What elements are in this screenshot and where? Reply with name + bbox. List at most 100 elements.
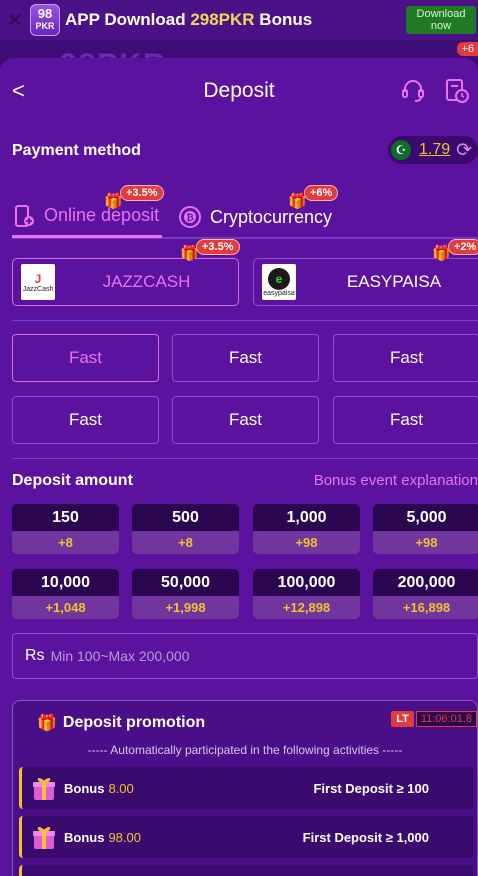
app-download-bar: ✕ 98 PKR APP Download 298PKR Bonus Downl… xyxy=(0,0,478,40)
speed-option[interactable]: Fast xyxy=(333,396,478,444)
speed-option[interactable]: Fast xyxy=(172,334,319,382)
amount-bonus: +98 xyxy=(373,531,478,554)
amount-bonus: +8 xyxy=(12,531,119,554)
deposit-promotion-panel: 🎁 Deposit promotion LT 11:06:01.8 ----- … xyxy=(12,700,478,876)
svg-text:₿: ₿ xyxy=(186,213,193,224)
crypto-coin-icon: ₿ xyxy=(179,206,201,228)
speed-option[interactable]: Fast xyxy=(12,334,159,382)
promotion-bonus-value: 8.00 xyxy=(108,780,134,796)
promotion-row[interactable]: Bonus 98.00 First Deposit ≥ 1,000 xyxy=(19,816,473,858)
amount-input[interactable] xyxy=(50,648,351,664)
easypaisa-logo-text: easypaisa xyxy=(263,289,295,297)
jazzcash-logo-text: JazzCash xyxy=(22,285,54,293)
promotion-row[interactable]: Bonus 8.00 First Deposit ≥ 100 xyxy=(19,767,473,809)
amount-value: 500 xyxy=(172,509,199,526)
app-download-title: APP Download 298PKR Bonus xyxy=(65,10,312,30)
divider xyxy=(12,320,478,321)
speed-option[interactable]: Fast xyxy=(12,396,159,444)
channel-jazzcash[interactable]: J JazzCash JAZZCASH xyxy=(12,258,239,306)
close-icon[interactable]: ✕ xyxy=(0,10,30,31)
history-icon[interactable] xyxy=(444,78,470,104)
speed-option[interactable]: Fast xyxy=(172,396,319,444)
amount-option[interactable]: 500 +8 xyxy=(132,504,239,554)
promotion-subtitle: ----- Automatically participated in the … xyxy=(87,743,403,757)
tab-online-deposit[interactable]: Online deposit xyxy=(12,196,162,238)
gift-box-icon xyxy=(33,827,55,849)
promotion-title-text: Deposit promotion xyxy=(62,714,206,731)
amount-option[interactable]: 150 +8 xyxy=(12,504,119,554)
payment-method-label: Payment method xyxy=(12,142,141,159)
amount-option[interactable]: 5,000 +98 xyxy=(373,504,478,554)
amount-input-field[interactable]: Rs xyxy=(12,633,478,679)
currency-symbol: Rs xyxy=(25,647,45,664)
logo-top-text: 98 xyxy=(37,6,53,21)
promotion-condition: First Deposit ≥ 1,000 xyxy=(302,829,429,845)
pakistan-flag-icon: ☪ xyxy=(391,140,411,160)
payment-method-row: Payment method ☪ 1.79 ⟳ xyxy=(12,136,478,166)
amount-option[interactable]: 1,000 +98 xyxy=(253,504,360,554)
promotion-condition: First Deposit ≥ 100 xyxy=(313,780,429,796)
amount-bonus: +12,898 xyxy=(253,596,360,619)
amount-value: 150 xyxy=(52,509,79,526)
title-suffix: Bonus xyxy=(254,10,313,29)
tab-cryptocurrency[interactable]: ₿ Cryptocurrency xyxy=(178,196,348,238)
deposit-amount-row: Deposit amount Bonus event explanation xyxy=(12,472,478,492)
amount-bonus: +1,048 xyxy=(12,596,119,619)
promotion-row[interactable] xyxy=(19,865,473,876)
amount-bonus: +98 xyxy=(253,531,360,554)
countdown-time: 11:06:01.8 xyxy=(415,711,477,727)
amount-value: 200,000 xyxy=(397,574,456,591)
exchange-rate-pill[interactable]: ☪ 1.79 ⟳ xyxy=(388,136,478,164)
channel-easypaisa-label: EASYPAISA xyxy=(346,272,442,291)
gift-box-icon xyxy=(30,872,58,876)
promotion-bonus-label: Bonus xyxy=(64,780,105,796)
speed-option[interactable]: Fast xyxy=(333,334,478,382)
lightning-icon: LT xyxy=(391,711,414,727)
easypaisa-logo: e easypaisa xyxy=(262,264,296,300)
gift-icon: 🎁 xyxy=(37,715,57,732)
promotion-bonus-label: Bonus xyxy=(64,829,105,845)
title-prefix: APP Download xyxy=(65,10,191,29)
phone-deposit-icon xyxy=(15,204,34,227)
channel-easypaisa[interactable]: e easypaisa EASYPAISA xyxy=(253,258,478,306)
logo-bottom-text: PKR xyxy=(35,21,55,31)
jazzcash-logo: J JazzCash xyxy=(21,264,55,300)
download-now-button[interactable]: Download now xyxy=(406,6,476,34)
amount-value: 1,000 xyxy=(286,509,327,526)
deposit-amount-label: Deposit amount xyxy=(12,472,133,489)
amount-option[interactable]: 100,000 +12,898 xyxy=(253,569,360,619)
promotion-timer: LT 11:06:01.8 xyxy=(391,711,477,727)
promotion-bonus-value: 98.00 xyxy=(108,829,141,845)
deposit-sheet: < Deposit Payment method ☪ 1.79 ⟳ Online… xyxy=(0,58,478,876)
tab-online-deposit-label: Online deposit xyxy=(44,205,160,225)
divider xyxy=(12,238,478,239)
easypaisa-bonus-badge: +2% xyxy=(448,239,478,255)
customer-service-icon[interactable] xyxy=(400,78,426,104)
amount-option[interactable]: 10,000 +1,048 xyxy=(12,569,119,619)
deposit-header: < Deposit xyxy=(0,58,478,124)
amount-bonus: +8 xyxy=(132,531,239,554)
amount-bonus: +1,998 xyxy=(132,596,239,619)
title-highlight: 298PKR xyxy=(190,10,255,29)
promotion-title: 🎁 Deposit promotion xyxy=(37,713,205,733)
payment-channels: J JazzCash JAZZCASH 🎁 +3.5% e easypaisa … xyxy=(12,239,478,306)
backdrop-badge: +6 xyxy=(457,42,478,56)
crypto-bonus-badge: +6% xyxy=(304,185,339,201)
channel-jazzcash-label: JAZZCASH xyxy=(102,272,191,291)
gift-box-icon xyxy=(33,778,55,800)
payment-method-tabs: Online deposit 🎁 +3.5% ₿ Cryptocurrency … xyxy=(12,185,478,238)
refresh-icon[interactable]: ⟳ xyxy=(456,139,472,162)
amount-value: 10,000 xyxy=(41,574,90,591)
amount-option[interactable]: 200,000 +16,898 xyxy=(373,569,478,619)
amount-value: 50,000 xyxy=(161,574,210,591)
online-deposit-bonus-badge: +3.5% xyxy=(120,185,164,201)
amount-value: 5,000 xyxy=(406,509,447,526)
tab-cryptocurrency-label: Cryptocurrency xyxy=(210,206,333,227)
bonus-event-explanation-link[interactable]: Bonus event explanation xyxy=(314,472,478,489)
exchange-rate-value: 1.79 xyxy=(419,141,451,158)
amount-bonus: +16,898 xyxy=(373,596,478,619)
amount-value: 100,000 xyxy=(277,574,336,591)
app-logo: 98 PKR xyxy=(30,4,60,36)
amount-option[interactable]: 50,000 +1,998 xyxy=(132,569,239,619)
divider xyxy=(12,458,478,459)
